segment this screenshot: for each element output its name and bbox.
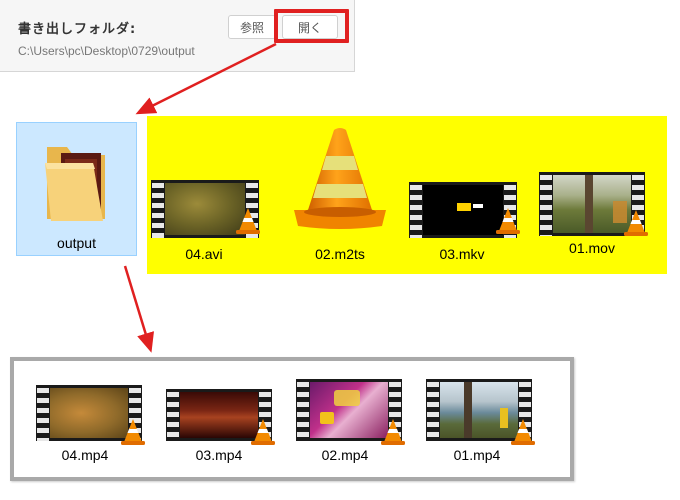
arrow-to-outputs: [123, 265, 154, 353]
file-item[interactable]: 04.avi: [151, 176, 261, 276]
vlc-icon: [294, 128, 386, 229]
file-item[interactable]: 02.m2ts: [285, 124, 395, 274]
file-name: 01.mov: [569, 240, 615, 256]
vlc-icon: [236, 208, 260, 234]
vlc-icon: [381, 419, 405, 445]
output-files-box: 04.mp4 03.mp4 02.mp4 01.mp4: [10, 357, 574, 481]
file-name: 03.mkv: [439, 246, 485, 262]
vlc-icon: [496, 208, 520, 234]
file-item[interactable]: 03.mkv: [409, 176, 520, 276]
vlc-icon: [251, 419, 275, 445]
file-name: 04.mp4: [61, 447, 109, 463]
source-files-strip: 04.avi 02.m2ts 03.mkv 01.mov: [147, 116, 667, 274]
vlc-icon: [121, 419, 145, 445]
vlc-icon: [511, 419, 535, 445]
file-item[interactable]: 03.mp4: [166, 385, 276, 475]
file-name: 02.mp4: [321, 447, 369, 463]
file-name: 01.mp4: [453, 447, 501, 463]
vlc-icon: [624, 210, 648, 236]
file-item[interactable]: 02.mp4: [296, 379, 406, 475]
file-item[interactable]: 01.mp4: [426, 379, 536, 475]
file-item[interactable]: 01.mov: [539, 170, 649, 276]
arrow-to-folder: [135, 42, 277, 115]
file-name: 02.m2ts: [315, 246, 365, 262]
folder-label: output: [57, 235, 96, 251]
output-folder[interactable]: output: [16, 122, 137, 256]
file-name: 04.avi: [185, 246, 223, 262]
file-name: 03.mp4: [195, 447, 243, 463]
file-item[interactable]: 04.mp4: [36, 385, 146, 475]
folder-icon: [45, 147, 105, 221]
